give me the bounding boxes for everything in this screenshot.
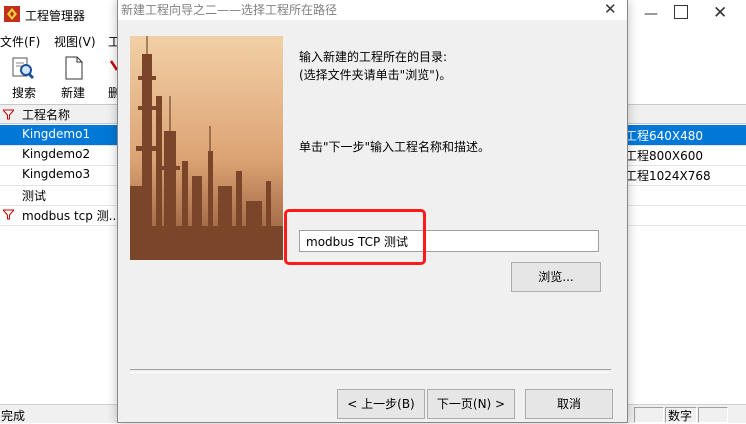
row-name: Kingdemo1 — [22, 127, 91, 141]
menu-file[interactable]: 文件(F) — [0, 33, 40, 50]
row-name: Kingdemo2 — [22, 147, 91, 161]
wizard-illustration — [130, 36, 283, 260]
cancel-button[interactable]: 取消 — [525, 389, 613, 419]
app-title: 工程管理器 — [25, 9, 86, 23]
instruction-line-2: (选择文件夹请单击"浏览")。 — [299, 68, 452, 82]
status-panel: 数字 — [665, 407, 697, 423]
column-header-name[interactable]: 工程名称 — [22, 106, 70, 123]
status-panel — [634, 407, 664, 423]
annotation-highlight — [284, 209, 426, 265]
status-text: 完成 — [1, 409, 26, 423]
back-button[interactable]: < 上一步(B) — [337, 389, 425, 419]
instruction-line-1: 输入新建的工程所在的目录: — [299, 50, 448, 64]
next-button[interactable]: 下一页(N) > — [427, 389, 515, 419]
row-name: modbus tcp 测... — [22, 209, 121, 223]
row-description: 工程640X480 — [625, 129, 704, 143]
menu-view[interactable]: 视图(V) — [54, 33, 96, 50]
row-description: 工程800X600 — [625, 149, 704, 163]
filter-icon[interactable] — [3, 109, 14, 120]
new-file-icon[interactable] — [64, 56, 84, 80]
close-icon[interactable]: ✕ — [713, 3, 727, 23]
next-step-hint: 单击"下一步"输入工程名称和描述。 — [299, 140, 491, 154]
status-panel — [698, 407, 728, 423]
row-name: 测试 — [22, 189, 47, 203]
row-name: Kingdemo3 — [22, 167, 91, 181]
new-project-wizard-dialog: 新建工程向导之二——选择工程所在路径 ✕ 输入新建的工程所在的目录: (选择文件… — [117, 0, 628, 423]
search-icon[interactable] — [11, 56, 35, 80]
app-logo-icon — [3, 5, 21, 23]
filter-icon — [3, 209, 14, 220]
row-description: 工程1024X768 — [625, 169, 711, 183]
browse-button[interactable]: 浏览... — [511, 262, 601, 292]
status-numlock: 数字 — [668, 409, 693, 423]
search-button-label[interactable]: 搜索 — [12, 84, 36, 101]
new-button-label[interactable]: 新建 — [61, 84, 85, 101]
maximize-icon[interactable] — [674, 5, 688, 19]
minimize-icon[interactable]: — — [644, 6, 660, 22]
dialog-separator — [130, 369, 611, 373]
dialog-close-icon[interactable]: ✕ — [604, 0, 617, 18]
dialog-title: 新建工程向导之二——选择工程所在路径 — [121, 3, 338, 17]
